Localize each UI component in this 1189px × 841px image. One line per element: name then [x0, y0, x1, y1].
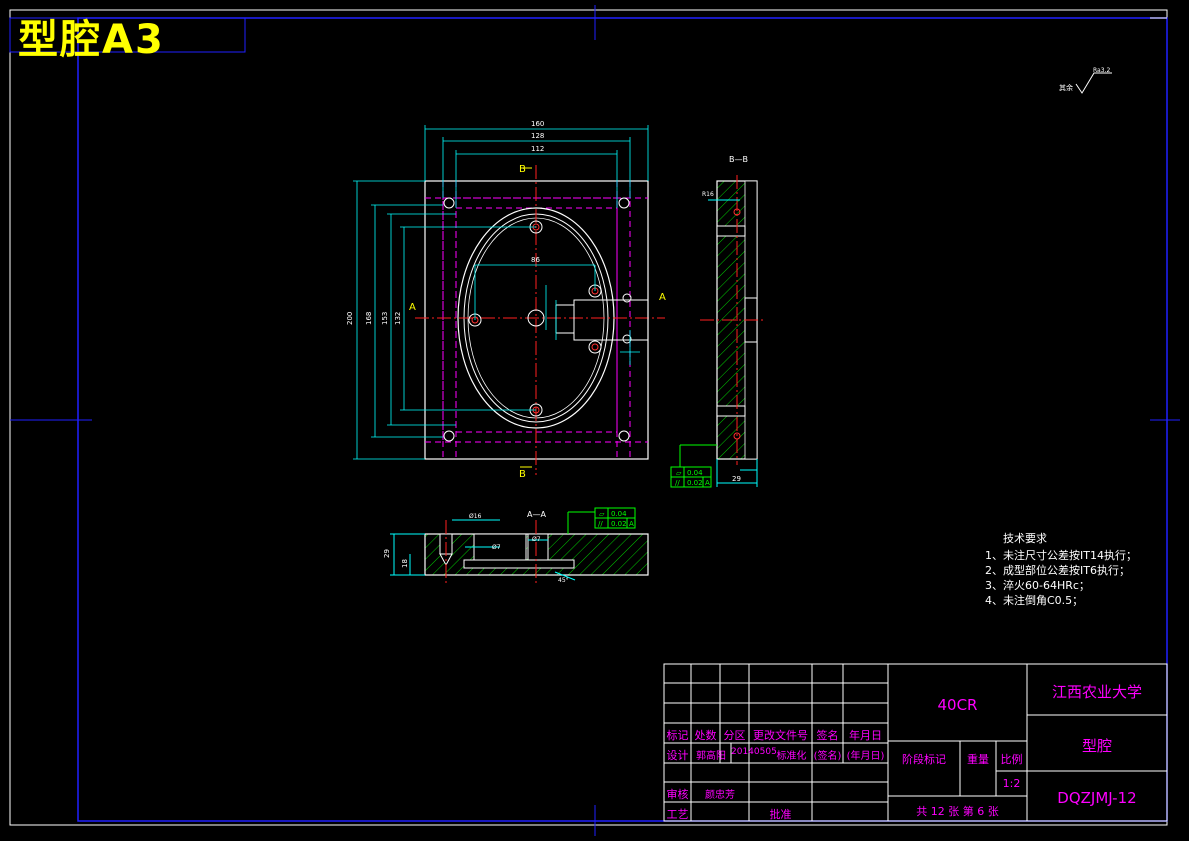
- dim-inner-height-1: 168: [365, 312, 373, 325]
- dim-inner-height-2: 153: [381, 312, 389, 325]
- cut-marker-b-top: B: [519, 164, 526, 175]
- stage-label: 阶段标记: [902, 753, 946, 766]
- header-date: 年月日: [849, 729, 882, 742]
- dim-section-angle: 45°: [558, 577, 569, 584]
- tech-req-item: 3、淬火60-64HRc；: [985, 579, 1090, 592]
- drawing-title: 型腔A3: [18, 17, 165, 63]
- tolerance-frame-2: ⏥ // 0.04 0.02 A: [594, 507, 636, 529]
- design-date: 20140505: [731, 747, 777, 757]
- scale-label: 比例: [1000, 753, 1023, 766]
- dim-section-d1: Ø16: [469, 513, 482, 520]
- section-b-label: B—B: [729, 155, 748, 164]
- dim-ellipse: 86: [531, 256, 540, 264]
- gate-channel: [573, 299, 649, 341]
- header-sign: 签名: [816, 729, 839, 742]
- drawing-number: DQZJMJ-12: [1057, 789, 1137, 807]
- dim-plate-width: 160: [531, 120, 544, 128]
- header-change-doc: 更改文件号: [753, 729, 808, 742]
- section-a-label: A—A: [527, 510, 546, 519]
- design-label: 设计: [666, 749, 689, 762]
- tech-req-item: 2、成型部位公差按IT6执行；: [985, 564, 1130, 577]
- date-placeholder: (年月日): [846, 751, 885, 762]
- section-view-b: B—B 29 R16: [679, 155, 765, 487]
- header-mark: 标记: [666, 729, 689, 742]
- dim-section-d2: Ø7: [492, 544, 501, 551]
- dim-inner-width-1: 128: [531, 132, 544, 140]
- svg-text:⏥: ⏥: [676, 469, 682, 477]
- header-zone: 分区: [723, 729, 746, 742]
- tol-2-datum: A: [629, 520, 634, 528]
- tol-1-datum: A: [705, 479, 710, 487]
- cad-drawing-canvas: 160 128 112 200 168 153 132 86 B B A A B…: [9, 5, 1180, 836]
- roughness-label: 其余: [1059, 83, 1073, 92]
- dim-side-top: R16: [702, 191, 714, 198]
- svg-text://: //: [675, 479, 680, 487]
- dim-section-height: 29: [383, 549, 391, 558]
- material: 40CR: [937, 696, 978, 714]
- dim-section-depth: 18: [401, 559, 409, 568]
- roughness-symbol: 其余 Ra3.2: [1059, 67, 1112, 94]
- dim-section-d3: Ø7: [532, 536, 541, 543]
- cut-marker-a-right: A: [659, 292, 666, 303]
- cut-marker-a-left: A: [409, 302, 416, 313]
- roughness-value: Ra3.2: [1093, 67, 1110, 74]
- process-label: 工艺: [666, 808, 689, 821]
- tech-req-item: 4、未注倒角C0.5；: [985, 594, 1084, 607]
- cut-marker-b-bottom: B: [519, 469, 526, 480]
- tol-1-flatness: 0.04: [687, 469, 703, 477]
- part-name: 型腔: [1081, 737, 1112, 755]
- designer-name: 郭高阳: [696, 751, 726, 762]
- tech-req-item: 1、未注尺寸公差按IT14执行；: [985, 549, 1137, 562]
- reviewer-name: 颜忠芳: [705, 790, 735, 801]
- tolerance-frame-1: ⏥ // 0.04 0.02 A: [670, 466, 712, 488]
- dim-side-thickness: 29: [732, 475, 741, 483]
- sign-placeholder: (签名): [813, 751, 842, 762]
- tech-req-heading: 技术要求: [1003, 532, 1047, 545]
- sheet-count: 共 12 张 第 6 张: [916, 805, 999, 818]
- tech-req-list: 1、未注尺寸公差按IT14执行； 2、成型部位公差按IT6执行； 3、淬火60-…: [985, 548, 1137, 608]
- dim-plate-height: 200: [346, 312, 354, 325]
- tol-1-parallel: 0.02: [687, 479, 703, 487]
- standardize-label: 标准化: [776, 751, 807, 762]
- weight-label: 重量: [967, 753, 989, 766]
- scale-value: 1:2: [1002, 777, 1021, 790]
- hole-right-bottom: [588, 340, 602, 354]
- plan-view: 160 128 112 200 168 153 132 86 B B A A: [346, 120, 666, 480]
- header-count: 处数: [694, 729, 717, 742]
- tol-2-flatness: 0.04: [611, 510, 627, 518]
- approve-label: 批准: [769, 808, 792, 821]
- school-name: 江西农业大学: [1051, 683, 1142, 701]
- dim-inner-height-3: 132: [394, 312, 402, 325]
- svg-text://: //: [598, 520, 603, 528]
- dim-inner-width-2: 112: [531, 145, 544, 153]
- review-label: 审核: [666, 788, 689, 801]
- svg-text:⏥: ⏥: [599, 510, 605, 518]
- tol-2-parallel: 0.02: [611, 520, 627, 528]
